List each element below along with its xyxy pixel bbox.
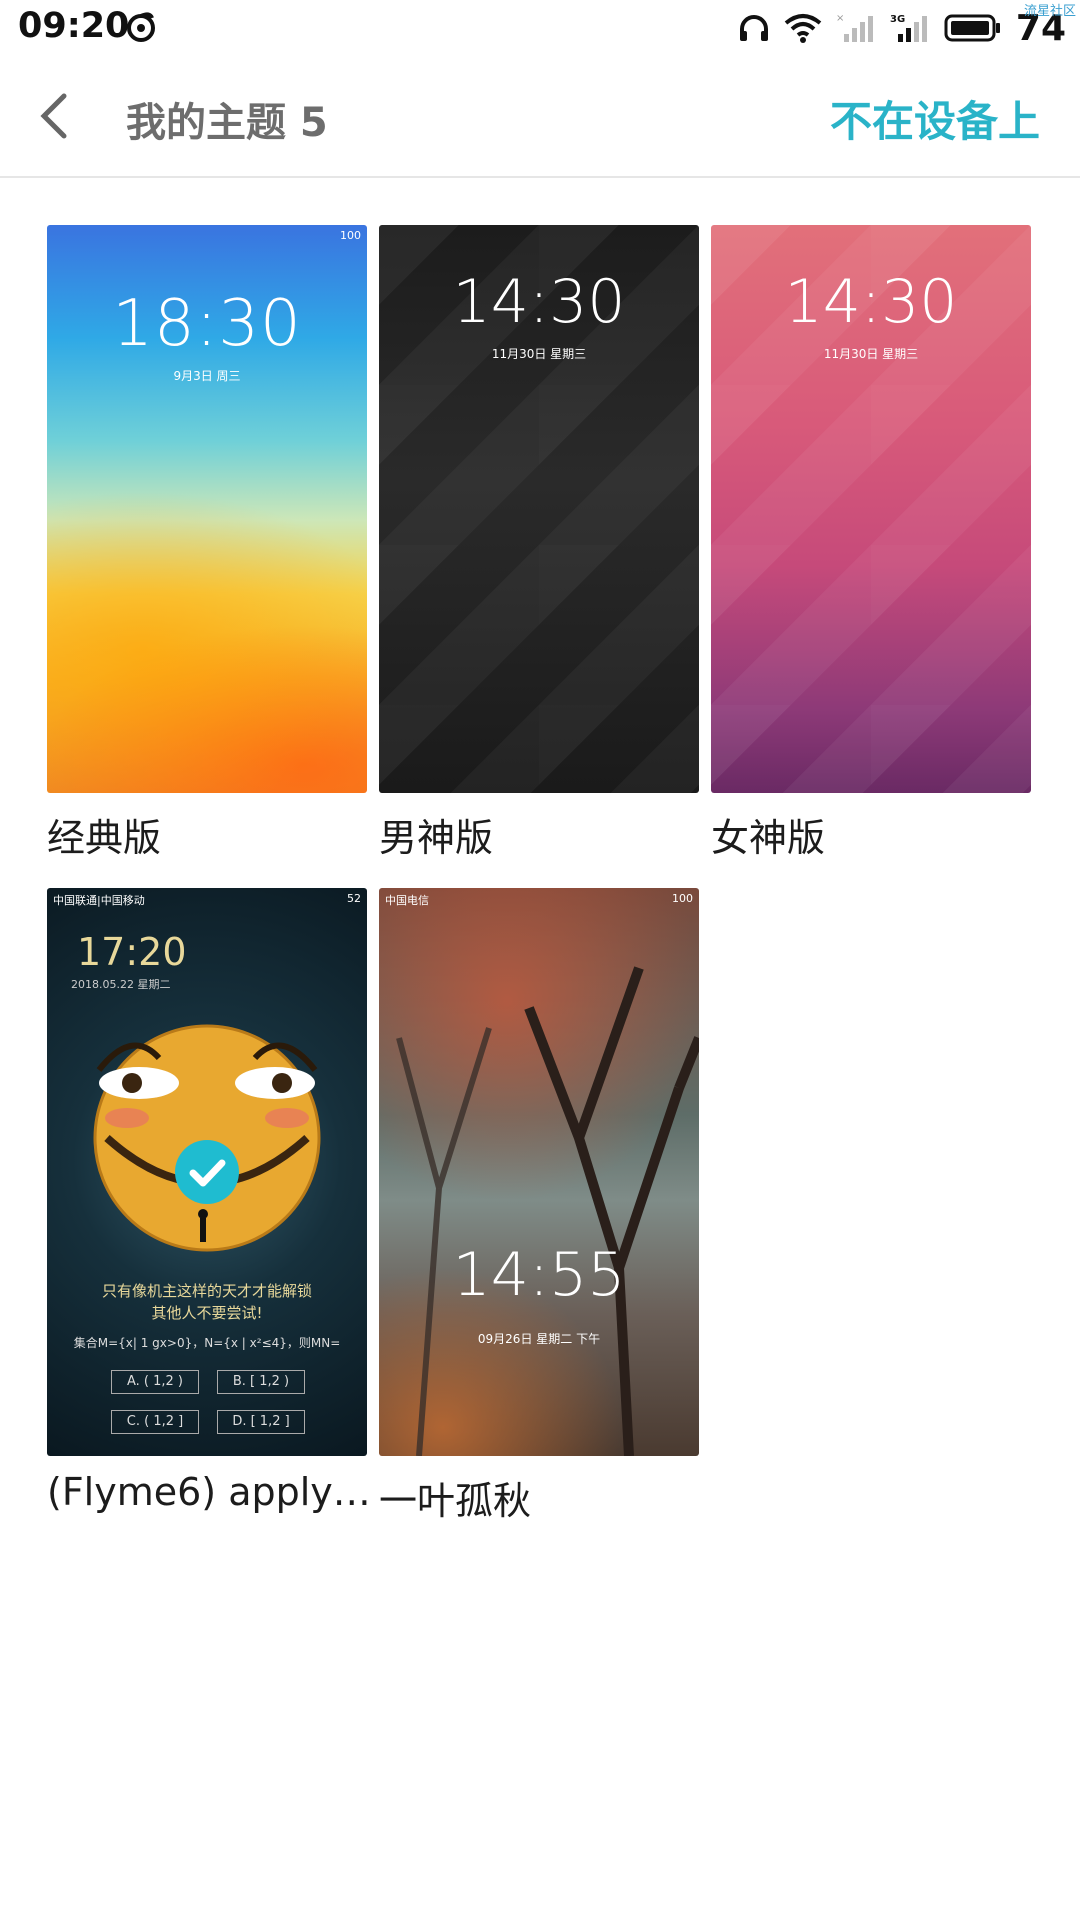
theme-preview-female[interactable]: 14:30 11月30日 星期三	[711, 225, 1031, 793]
watermark: 流星社区	[1023, 4, 1076, 19]
theme-preview-male[interactable]: 14:30 11月30日 星期三	[379, 225, 699, 793]
theme-card-female[interactable]: 14:30 11月30日 星期三 女神版	[711, 225, 1031, 862]
wifi-icon	[784, 14, 822, 43]
preview-date: 11月30日 星期三	[491, 347, 587, 361]
theme-preview-classic[interactable]: 100 18:30 9月3日 周三	[47, 225, 367, 793]
swirl-icon	[127, 12, 155, 42]
headphones-icon	[739, 15, 768, 41]
smiley-face-image	[93, 1024, 321, 1252]
not-on-device-button[interactable]: 不在设备上	[830, 88, 1040, 149]
preview-clock: 14:30	[452, 267, 626, 337]
preview-question: 集合M={x| 1 gx>0}，N={x | x²≤4}，则MN=	[73, 1336, 341, 1350]
preview-clock: 17:20	[77, 930, 187, 974]
theme-name: 经典版	[47, 816, 162, 860]
preview-date: 9月3日 周三	[173, 369, 241, 383]
signal-empty-icon: ×	[836, 13, 873, 42]
theme-name: 女神版	[711, 816, 826, 860]
theme-card-flyme6[interactable]: 中国联通|中国移动 52 17:20 2018.05.22 星期二 只有像机主这…	[47, 888, 377, 1514]
preview-status: 100	[340, 229, 361, 242]
theme-preview-flyme6[interactable]: 中国联通|中国移动 52 17:20 2018.05.22 星期二 只有像机主这…	[47, 888, 367, 1456]
preview-date: 09月26日 星期二 下午	[477, 1332, 601, 1346]
tree-image	[396, 966, 699, 1456]
theme-card-autumn[interactable]: 中国电信 100 14:55 09月26日 星期二 下午 一叶孤秋	[379, 888, 699, 1525]
preview-date: 11月30日 星期三	[823, 347, 919, 361]
theme-name: (Flyme6) apply me…	[47, 1470, 377, 1514]
signal-3g-icon: 3G	[890, 14, 927, 42]
preview-option-b: B. [ 1,2 )	[217, 1370, 305, 1394]
svg-text:×: ×	[836, 13, 844, 24]
preview-clock: 14:30	[784, 267, 958, 337]
back-icon[interactable]	[30, 88, 80, 144]
theme-card-male[interactable]: 14:30 11月30日 星期三 男神版	[379, 225, 699, 862]
theme-name: 男神版	[379, 816, 494, 860]
theme-preview-autumn[interactable]: 中国电信 100 14:55 09月26日 星期二 下午	[379, 888, 699, 1456]
preview-date: 2018.05.22 星期二	[71, 978, 171, 991]
status-time: 09:20	[18, 6, 130, 46]
selected-check-icon	[175, 1140, 239, 1204]
svg-text:3G: 3G	[890, 14, 905, 25]
theme-card-classic[interactable]: 100 18:30 9月3日 周三 经典版	[47, 225, 367, 862]
preview-clock: 18:30	[112, 287, 302, 361]
top-bar: 我的主题 5 不在设备上	[0, 58, 1080, 178]
preview-option-a: A. ( 1,2 )	[111, 1370, 199, 1394]
preview-option-c: C. ( 1,2 ]	[111, 1410, 199, 1434]
preview-status: 中国联通|中国移动 52	[53, 892, 361, 907]
status-icons: × 3G 74	[738, 6, 1066, 50]
preview-clock: 14:55	[452, 1240, 626, 1310]
battery-icon	[944, 14, 1000, 42]
status-bar: 09:20 × 3G 74 流星社区	[0, 0, 1080, 56]
preview-option-d: D. [ 1,2 ]	[217, 1410, 305, 1434]
preview-line-2: 其他人不要尝试!	[151, 1304, 263, 1322]
preview-line-1: 只有像机主这样的天才才能解锁	[101, 1282, 312, 1300]
page-title: 我的主题 5	[126, 100, 328, 146]
theme-name: 一叶孤秋	[379, 1479, 532, 1523]
